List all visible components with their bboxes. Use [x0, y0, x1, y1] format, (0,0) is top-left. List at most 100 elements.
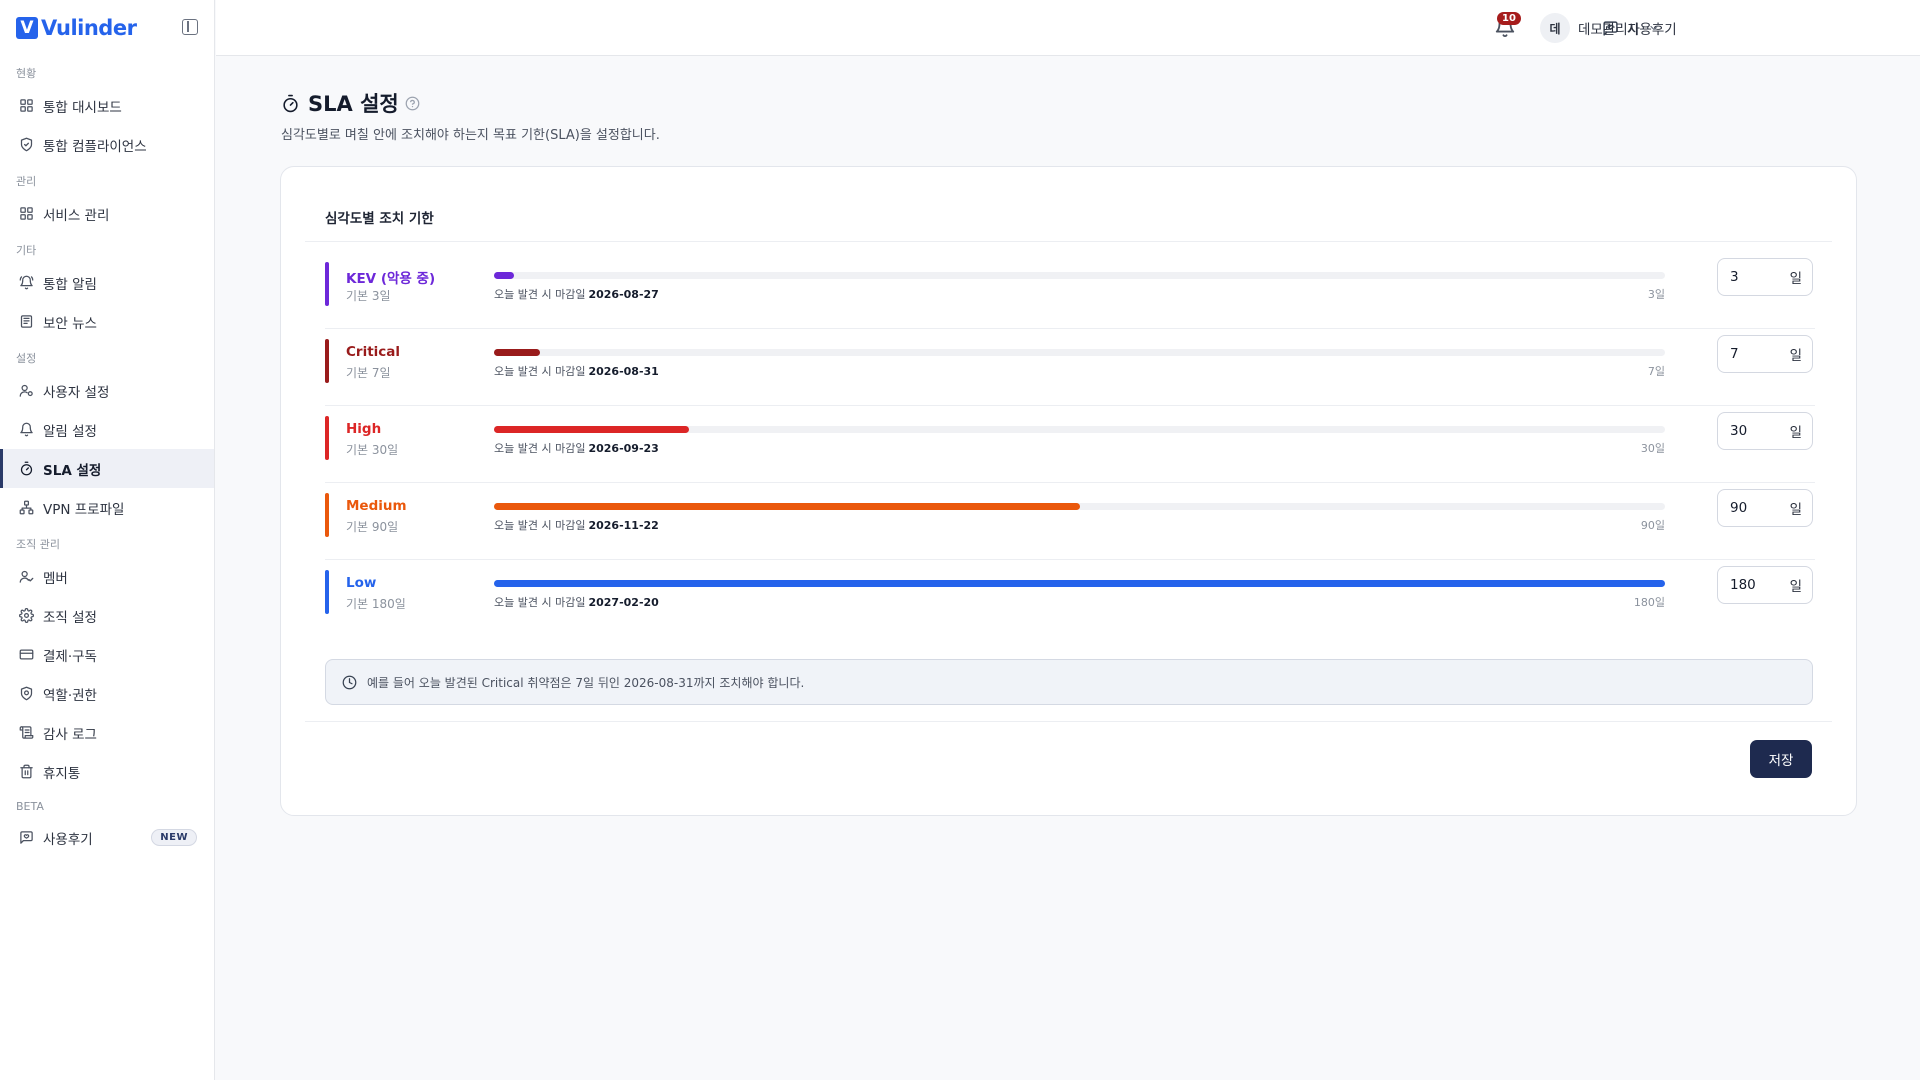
sla-row: Medium 기본 90일 오늘 발견 시 마감일 2026-11-22 90일 … [325, 483, 1815, 560]
sla-row: Critical 기본 7일 오늘 발견 시 마감일 2026-08-31 7일 … [325, 329, 1815, 406]
sidebar-item-label: VPN 프로파일 [43, 501, 125, 518]
sidebar-item[interactable]: 감사 로그 [0, 713, 214, 752]
timer-icon [283, 94, 298, 112]
sidebar-section-label: 조직 관리 [16, 538, 60, 551]
sla-progress-track [494, 426, 1665, 433]
severity-accent-bar [325, 570, 329, 614]
brand-name[interactable]: Vulinder [41, 16, 137, 40]
days-input-box: 일 [1717, 258, 1813, 296]
sidebar-section-label: 설정 [16, 352, 37, 365]
sidebar: V Vulinder 현황 통합 대시보드 통합 컴플라이언스 관리 서비스 관리 기타 통… [0, 0, 215, 1080]
sidebar-item[interactable]: SLA 설정 [0, 449, 214, 488]
notification-count-badge: 10 [1497, 12, 1521, 25]
due-prefix: 오늘 발견 시 마감일 [494, 519, 586, 532]
sidebar-item[interactable]: 통합 대시보드 [0, 86, 214, 125]
divider [305, 721, 1832, 722]
sla-progress-fill [494, 349, 540, 356]
sla-row: Low 기본 180일 오늘 발견 시 마감일2027-02-20 180일 일 [325, 560, 1815, 637]
shield-check-icon [19, 137, 34, 152]
days-unit: 일 [1789, 579, 1802, 595]
credit-card-icon [19, 647, 34, 662]
days-input[interactable] [1730, 577, 1790, 593]
sla-card: 심각도별 조치 기한 KEV (악용 중) 기본 3일 오늘 발견 시 마감일 2… [280, 166, 1857, 816]
example-text: 예를 들어 오늘 발견된 Critical 취약점은 7일 뒤인 2026-08… [367, 675, 805, 690]
sidebar-section-label: 현황 [16, 67, 37, 80]
days-input[interactable] [1730, 269, 1790, 285]
sla-progress-fill [494, 426, 690, 433]
sidebar-item-label: 감사 로그 [43, 726, 97, 743]
sla-progress-track [494, 272, 1665, 279]
sidebar-item[interactable]: 조직 설정 [0, 596, 214, 635]
sla-progress-fill [494, 580, 1665, 587]
sidebar-item-label: 서비스 관리 [43, 207, 110, 224]
sidebar-collapse-icon[interactable] [182, 19, 198, 35]
shield-gear-icon [19, 686, 34, 701]
due-date-text: 오늘 발견 시 마감일 2027-02-20 [494, 594, 659, 610]
sidebar-item[interactable]: 서비스 관리 [0, 194, 214, 233]
dashboard-grid-icon [19, 206, 34, 221]
sidebar-item[interactable]: 결제·구독 [0, 635, 214, 674]
sidebar-item-label: 역할·권한 [43, 687, 97, 704]
user-menu[interactable]: 데 데모관리자 [1540, 13, 1660, 43]
dashboard-grid-icon [19, 98, 34, 113]
days-input-box: 일 [1717, 412, 1813, 450]
sla-progress-track [494, 503, 1665, 510]
card-title: 심각도별 조치 기한 [325, 211, 434, 227]
severity-name: High [346, 421, 382, 437]
due-date-text: 오늘 발견 시 마감일 2026-08-27 [494, 286, 659, 302]
sla-progress-fill [494, 272, 514, 279]
max-days-label: 30일 [1640, 442, 1665, 455]
bell-icon [19, 422, 34, 437]
sla-row: KEV (악용 중) 기본 3일 오늘 발견 시 마감일 2026-08-27 3… [325, 252, 1815, 329]
gear-icon [19, 608, 34, 623]
max-days-label: 90일 [1640, 519, 1665, 532]
severity-default: 기본 7일 [346, 366, 391, 380]
days-input-box: 일 [1717, 489, 1813, 527]
page-description: 심각도별로 며칠 안에 조치해야 하는지 목표 기한(SLA)을 설정합니다. [281, 128, 660, 143]
due-date: 2026-11-22 [588, 519, 659, 532]
bell-ring-icon [19, 275, 34, 290]
brand-logo[interactable]: V [16, 17, 38, 39]
days-input-box: 일 [1717, 335, 1813, 373]
feedback-icon [19, 830, 34, 845]
due-date: 2026-08-27 [588, 288, 659, 301]
sidebar-item[interactable]: 통합 알림 [0, 263, 214, 302]
trash-icon [19, 764, 34, 779]
sidebar-item-label: 조직 설정 [43, 609, 97, 626]
due-prefix: 오늘 발견 시 마감일 [494, 596, 586, 609]
sidebar-item-label: 통합 컴플라이언스 [43, 138, 147, 155]
sidebar-item[interactable]: 통합 컴플라이언스 [0, 125, 214, 164]
days-unit: 일 [1789, 348, 1802, 364]
severity-default: 기본 30일 [346, 443, 399, 457]
max-days-label: 3일 [1647, 288, 1665, 301]
sidebar-item[interactable]: 보안 뉴스 [0, 302, 214, 341]
due-date-text: 오늘 발견 시 마감일 2026-08-31 [494, 363, 659, 379]
days-input[interactable] [1730, 500, 1790, 516]
sidebar-nav: 현황 통합 대시보드 통합 컴플라이언스 관리 서비스 관리 기타 통합 알림 보안 뉴스 설정… [0, 56, 214, 857]
days-input[interactable] [1730, 346, 1790, 362]
sidebar-item[interactable]: 멤버 [0, 557, 214, 596]
severity-default: 기본 180일 [346, 597, 406, 611]
severity-default: 기본 3일 [346, 289, 391, 303]
help-icon[interactable] [405, 96, 420, 111]
sidebar-item[interactable]: 휴지통 [0, 752, 214, 791]
due-prefix: 오늘 발견 시 마감일 [494, 288, 586, 301]
sidebar-item-label: 결제·구독 [43, 648, 97, 665]
divider [305, 241, 1832, 242]
days-unit: 일 [1789, 502, 1802, 518]
sidebar-item[interactable]: 알림 설정 [0, 410, 214, 449]
sla-progress-fill [494, 503, 1080, 510]
sidebar-item-label: 휴지통 [43, 765, 81, 782]
days-input[interactable] [1730, 423, 1790, 439]
sidebar-item[interactable]: 사용자 설정 [0, 371, 214, 410]
save-button[interactable]: 저장 [1750, 740, 1812, 778]
days-input-box: 일 [1717, 566, 1813, 604]
sidebar-section-label: 기타 [16, 244, 37, 257]
chevron-down-icon [1650, 25, 1658, 31]
sidebar-item[interactable]: VPN 프로파일 [0, 488, 214, 527]
sidebar-item[interactable]: 사용후기 NEW [0, 818, 214, 857]
sidebar-item[interactable]: 역할·권한 [0, 674, 214, 713]
example-notice: 예를 들어 오늘 발견된 Critical 취약점은 7일 뒤인 2026-08… [325, 659, 1813, 705]
network-icon [19, 500, 34, 515]
sidebar-item-label: 보안 뉴스 [43, 315, 97, 332]
